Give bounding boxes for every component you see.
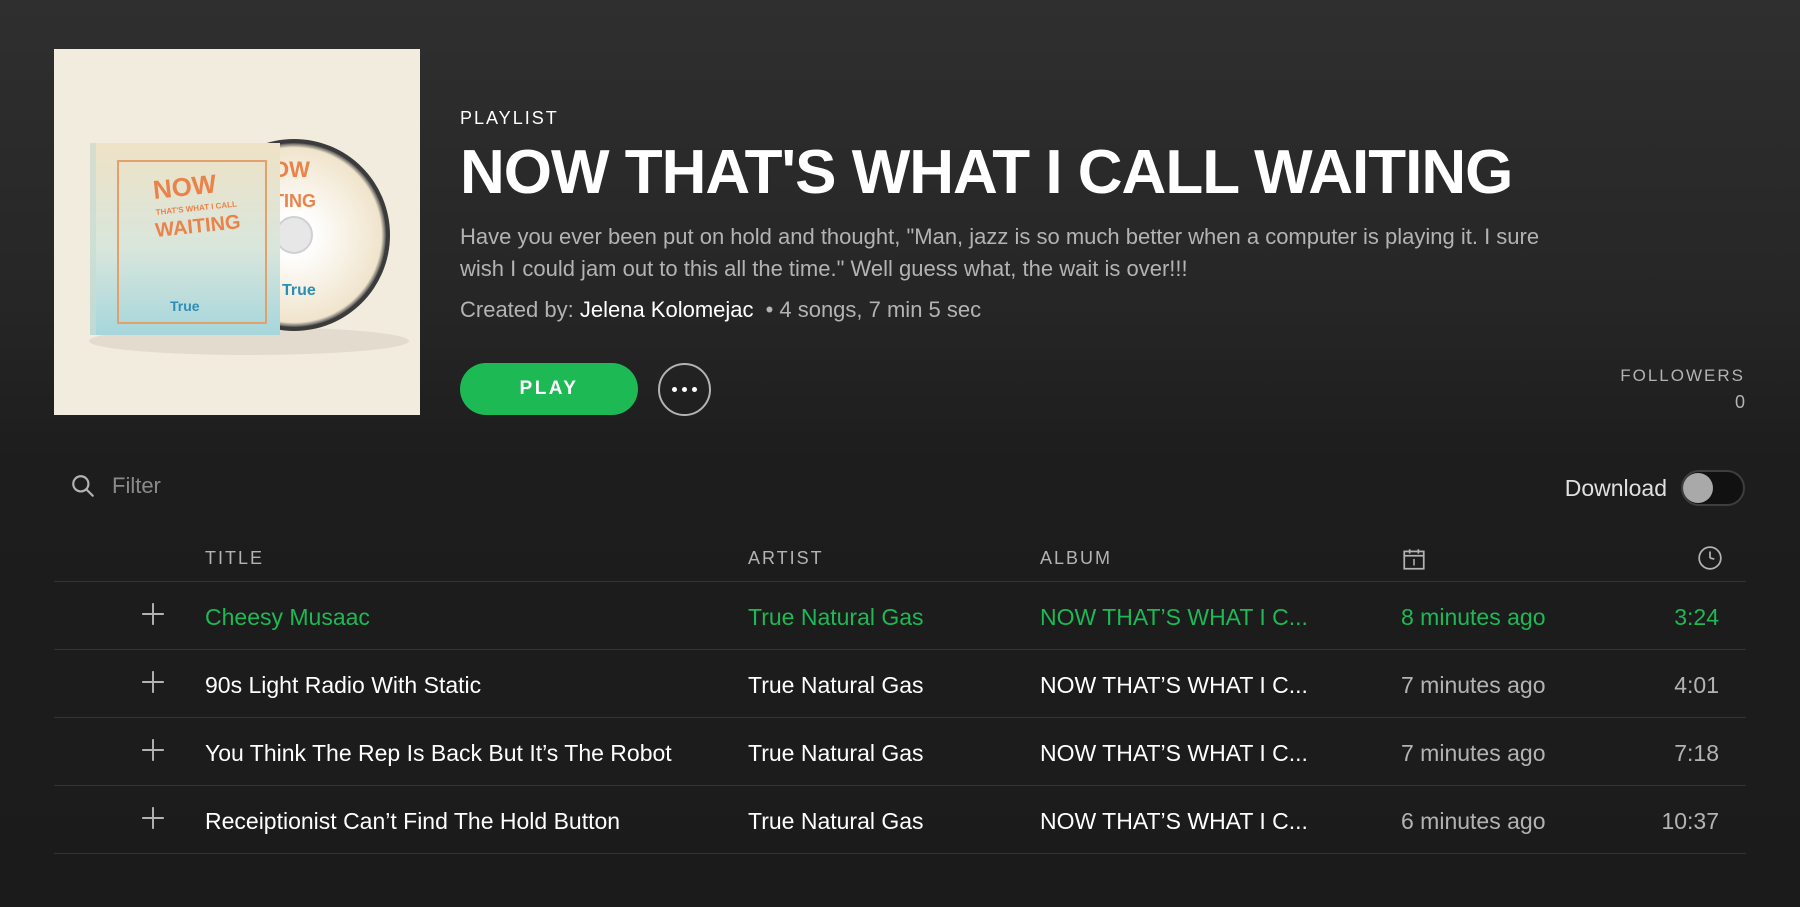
download-toggle[interactable]: [1681, 470, 1745, 506]
play-button[interactable]: PLAY: [460, 363, 638, 415]
clock-icon[interactable]: [1697, 545, 1723, 576]
search-icon: [72, 475, 94, 497]
track-artist[interactable]: True Natural Gas: [748, 604, 924, 631]
download-label: Download: [1564, 474, 1667, 501]
owner-link[interactable]: Jelena Kolomejac: [580, 297, 754, 322]
track-title: You Think The Rep Is Back But It’s The R…: [205, 740, 672, 766]
svg-text:True: True: [170, 298, 200, 314]
created-by-label: Created by:: [460, 297, 574, 322]
plus-icon[interactable]: [140, 669, 166, 695]
table-row[interactable]: You Think The Rep Is Back But It’s The R…: [54, 718, 1746, 786]
track-added: 7 minutes ago: [1401, 672, 1546, 698]
toggle-knob: [1683, 473, 1713, 503]
playlist-meta: Created by: Jelena Kolomejac • 4 songs, 7…: [460, 297, 1740, 323]
followers-label: FOLLOWERS: [1620, 366, 1745, 385]
track-duration: 7:18: [1674, 740, 1719, 766]
svg-text:True: True: [282, 282, 316, 299]
playlist-description: Have you ever been put on hold and thoug…: [460, 224, 1540, 281]
track-artist[interactable]: True Natural Gas: [748, 740, 924, 767]
ellipsis-icon: [692, 387, 697, 392]
meta-separator: •: [765, 297, 774, 322]
column-header-album[interactable]: ALBUM: [1040, 548, 1112, 569]
track-added: 8 minutes ago: [1401, 604, 1546, 630]
playlist-header: PLAYLIST NOW THAT'S WHAT I CALL WAITING …: [460, 108, 1740, 323]
track-title: Cheesy Musaac: [205, 604, 370, 630]
plus-icon[interactable]: [140, 601, 166, 627]
ellipsis-icon: [682, 387, 687, 392]
followers-count: 0: [1734, 392, 1745, 412]
followers-panel: FOLLOWERS 0: [1620, 366, 1745, 413]
track-album[interactable]: NOW THAT’S WHAT I C...: [1040, 740, 1308, 767]
filter-input[interactable]: [112, 473, 412, 499]
plus-icon[interactable]: [140, 737, 166, 763]
column-header-artist[interactable]: ARTIST: [748, 548, 824, 569]
track-table: TITLE ARTIST ALBUM Cheesy Musaac True Na…: [54, 530, 1746, 854]
track-artist[interactable]: True Natural Gas: [748, 672, 924, 699]
track-title: 90s Light Radio With Static: [205, 672, 482, 698]
column-header-title[interactable]: TITLE: [205, 548, 264, 569]
calendar-icon[interactable]: [1401, 546, 1427, 577]
table-row[interactable]: Cheesy Musaac True Natural Gas NOW THAT’…: [54, 582, 1746, 650]
track-added: 6 minutes ago: [1401, 808, 1546, 834]
track-duration: 3:24: [1674, 604, 1719, 630]
more-options-button[interactable]: [658, 363, 711, 416]
track-artist[interactable]: True Natural Gas: [748, 808, 924, 835]
track-added: 7 minutes ago: [1401, 740, 1546, 766]
track-title: Receiptionist Can’t Find The Hold Button: [205, 808, 621, 834]
table-row[interactable]: 90s Light Radio With Static True Natural…: [54, 650, 1746, 718]
playlist-title: NOW THAT'S WHAT I CALL WAITING: [460, 138, 1513, 207]
playlist-cover-art[interactable]: OW ITING True NOW THAT'S WHAT I CALL WAI…: [54, 49, 420, 415]
table-row[interactable]: Receiptionist Can’t Find The Hold Button…: [54, 786, 1746, 854]
playlist-type-label: PLAYLIST: [460, 108, 559, 128]
playlist-summary: 4 songs, 7 min 5 sec: [779, 297, 982, 322]
download-control: Download: [1565, 470, 1745, 506]
playlist-page: OW ITING True NOW THAT'S WHAT I CALL WAI…: [0, 0, 1800, 907]
track-duration: 4:01: [1674, 672, 1719, 698]
plus-icon[interactable]: [140, 805, 166, 831]
table-header: TITLE ARTIST ALBUM: [54, 530, 1746, 582]
track-album[interactable]: NOW THAT’S WHAT I C...: [1040, 672, 1308, 699]
filter-bar: [70, 473, 412, 499]
track-duration: 10:37: [1661, 808, 1719, 834]
ellipsis-icon: [672, 387, 677, 392]
track-album[interactable]: NOW THAT’S WHAT I C...: [1040, 604, 1308, 631]
track-album[interactable]: NOW THAT’S WHAT I C...: [1040, 808, 1308, 835]
